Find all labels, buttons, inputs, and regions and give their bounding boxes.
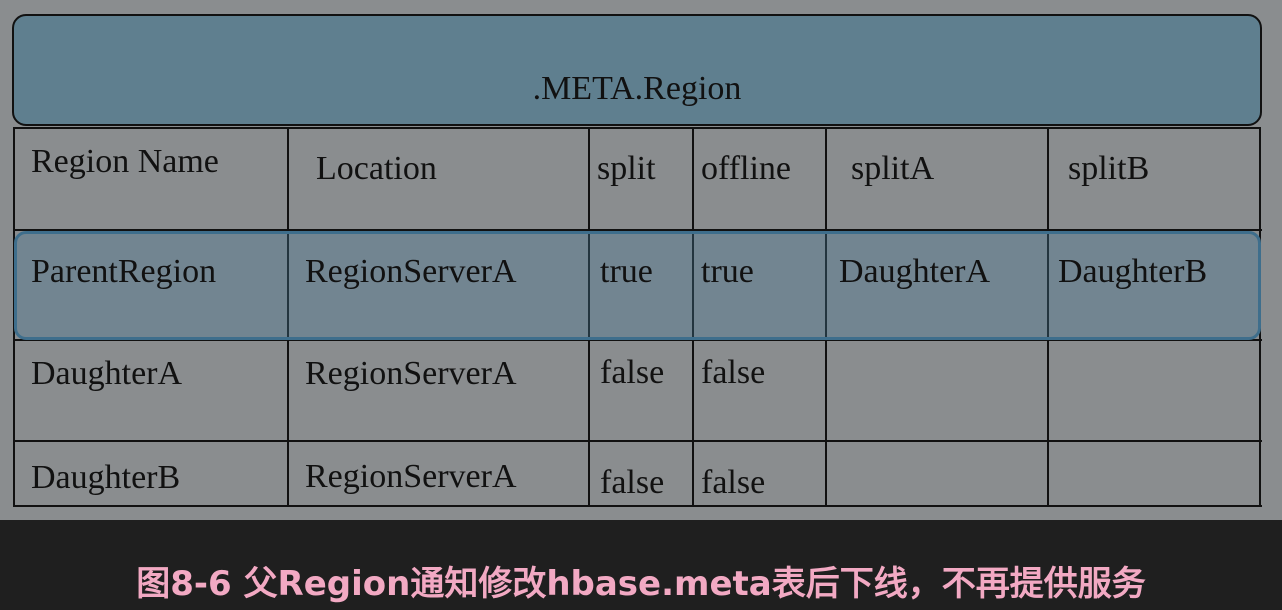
column-header-region-name: Region Name bbox=[31, 143, 219, 180]
table-cell: RegionServerA bbox=[305, 458, 517, 495]
row-divider bbox=[13, 440, 1262, 442]
table-cell: DaughterA bbox=[31, 355, 183, 392]
table-cell: false bbox=[600, 354, 665, 391]
table-cell: ParentRegion bbox=[31, 253, 217, 290]
figure-caption: 图8-6 父Region通知修改hbase.meta表后下线，不再提供服务 bbox=[136, 564, 1146, 604]
table-cell: false bbox=[701, 464, 766, 501]
column-header-split-a: splitA bbox=[851, 150, 935, 187]
column-header-split: split bbox=[597, 150, 656, 187]
column-header-offline: offline bbox=[701, 150, 792, 187]
meta-region-header: .META.Region bbox=[12, 14, 1262, 126]
column-header-location: Location bbox=[316, 150, 437, 187]
table-cell: DaughterB bbox=[31, 459, 181, 496]
table-cell: DaughterA bbox=[839, 253, 991, 290]
table-cell: false bbox=[600, 464, 665, 501]
table-cell: DaughterB bbox=[1058, 253, 1208, 290]
row-divider bbox=[13, 505, 1262, 507]
table-cell: RegionServerA bbox=[305, 253, 517, 290]
column-header-split-b: splitB bbox=[1068, 150, 1150, 187]
meta-table-diagram: .META.Region Region Name Location split … bbox=[0, 0, 1282, 520]
table-cell: true bbox=[600, 253, 653, 290]
table-cell: false bbox=[701, 354, 766, 391]
table-cell: true bbox=[701, 253, 754, 290]
meta-region-title: .META.Region bbox=[532, 70, 742, 107]
table-cell: RegionServerA bbox=[305, 355, 517, 392]
